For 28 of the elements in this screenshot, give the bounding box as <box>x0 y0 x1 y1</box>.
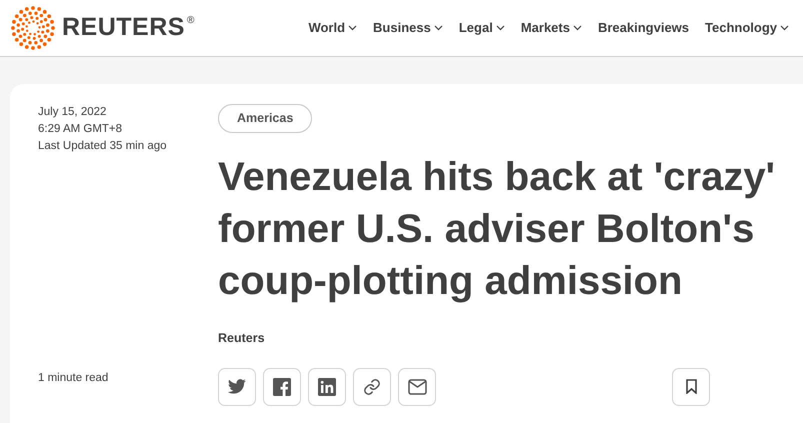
nav-link[interactable]: Markets <box>520 18 582 38</box>
link-icon <box>363 378 381 396</box>
logo-icon <box>10 5 56 51</box>
last-updated: Last Updated 35 min ago <box>38 139 168 154</box>
nav-link[interactable]: Legal <box>458 18 505 38</box>
share-button[interactable] <box>263 368 301 406</box>
nav-link[interactable]: Technology <box>705 18 789 38</box>
share-button[interactable] <box>308 368 346 406</box>
facebook-icon <box>273 378 291 396</box>
twitter-bird-icon <box>228 379 246 394</box>
nav-link[interactable]: Business <box>373 18 443 38</box>
bookmark-icon <box>686 379 696 394</box>
read-time: 1 minute read <box>38 371 110 386</box>
byline[interactable]: Reuters <box>218 328 265 348</box>
envelope-icon <box>408 378 426 394</box>
share-button[interactable] <box>398 368 436 406</box>
nav-link[interactable]: Breakingviews <box>598 18 690 38</box>
section-tag[interactable]: Americas <box>218 104 312 133</box>
nav-link[interactable]: World <box>308 18 358 38</box>
share-button[interactable] <box>218 368 256 406</box>
brand-wordmark[interactable]: REUTERS <box>62 9 185 47</box>
registered-mark: ® <box>186 14 194 28</box>
bookmark-button[interactable] <box>672 368 710 406</box>
article-headline: Venezuela hits back at 'crazy' former U.S. adviser Bolton's coup-plotting admission <box>218 154 776 305</box>
linkedin-icon <box>318 378 336 396</box>
share-button[interactable] <box>353 368 391 406</box>
publish-time: 6:29 AM GMT+8 <box>38 122 124 137</box>
publish-date: July 15, 2022 <box>38 105 108 120</box>
